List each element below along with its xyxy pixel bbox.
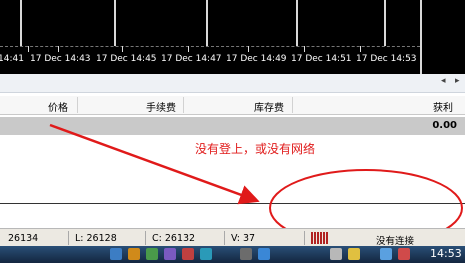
chart-axis-line (0, 46, 420, 47)
time-label: 17 Dec 14:47 (161, 54, 222, 64)
status-separator (145, 231, 146, 245)
chart-bar (296, 0, 298, 46)
annotation-arrow (49, 123, 260, 205)
time-label: 17 Dec 14:51 (291, 54, 352, 64)
tray-icon[interactable] (240, 248, 252, 260)
axis-tick (360, 46, 361, 52)
time-label: 14:41 (0, 54, 24, 64)
chart-bar (114, 0, 116, 46)
panel-divider (0, 203, 465, 204)
column-swap[interactable]: 库存费 (254, 99, 284, 114)
column-separator (183, 97, 184, 113)
total-profit-value: 0.00 (432, 120, 457, 131)
time-label: 17 Dec 14:49 (226, 54, 287, 64)
column-commission[interactable]: 手续费 (146, 99, 176, 114)
chart-bar (20, 0, 22, 46)
column-profit[interactable]: 获利 (433, 99, 453, 114)
volume-icon[interactable] (348, 248, 360, 260)
status-separator (224, 231, 225, 245)
app-icon[interactable] (164, 248, 176, 260)
status-separator (304, 231, 305, 245)
app-icon[interactable] (128, 248, 140, 260)
axis-tick (122, 46, 123, 52)
taskbar-clock[interactable]: 14:53 (430, 247, 462, 260)
status-low: L: 26128 (75, 233, 117, 244)
chart-bar (384, 0, 386, 46)
time-label: 17 Dec 14:45 (96, 54, 157, 64)
axis-tick (58, 46, 59, 52)
price-chart[interactable]: 14:41 17 Dec 14:43 17 Dec 14:45 17 Dec 1… (0, 0, 465, 74)
status-separator (68, 231, 69, 245)
annotation-text: 没有登上，或没有网络 (195, 142, 316, 156)
taskbar: 14:53 (0, 246, 465, 263)
axis-tick (248, 46, 249, 52)
app-icon[interactable] (200, 248, 212, 260)
connection-bars-icon (311, 232, 331, 244)
column-separator (292, 97, 293, 113)
axis-tick (28, 46, 29, 52)
balance-row[interactable]: 0.00 (0, 117, 465, 135)
tray-icon[interactable] (398, 248, 410, 260)
chart-right-border (420, 0, 422, 74)
chart-tab-bar: ◂ ▸ (0, 74, 465, 93)
status-close: C: 26132 (152, 233, 196, 244)
time-label: 17 Dec 14:43 (30, 54, 91, 64)
status-value: 26134 (8, 233, 39, 244)
axis-tick (188, 46, 189, 52)
tray-icon[interactable] (258, 248, 270, 260)
connection-status: 没有连接 (376, 236, 415, 247)
status-bar: 26134 L: 26128 C: 26132 V: 37 没有连接 (0, 228, 465, 247)
app-icon[interactable] (110, 248, 122, 260)
status-volume: V: 37 (231, 233, 256, 244)
time-label: 17 Dec 14:53 (356, 54, 417, 64)
trade-table-header: 价格 手续费 库存费 获利 (0, 96, 465, 115)
column-separator (77, 97, 78, 113)
app-icon[interactable] (182, 248, 194, 260)
chart-bar (206, 0, 208, 46)
scroll-right-icon[interactable]: ▸ (455, 76, 460, 86)
axis-tick (304, 46, 305, 52)
scroll-left-icon[interactable]: ◂ (441, 76, 446, 86)
app-icon[interactable] (146, 248, 158, 260)
network-icon[interactable] (330, 248, 342, 260)
tray-icon[interactable] (380, 248, 392, 260)
column-price[interactable]: 价格 (48, 99, 68, 114)
